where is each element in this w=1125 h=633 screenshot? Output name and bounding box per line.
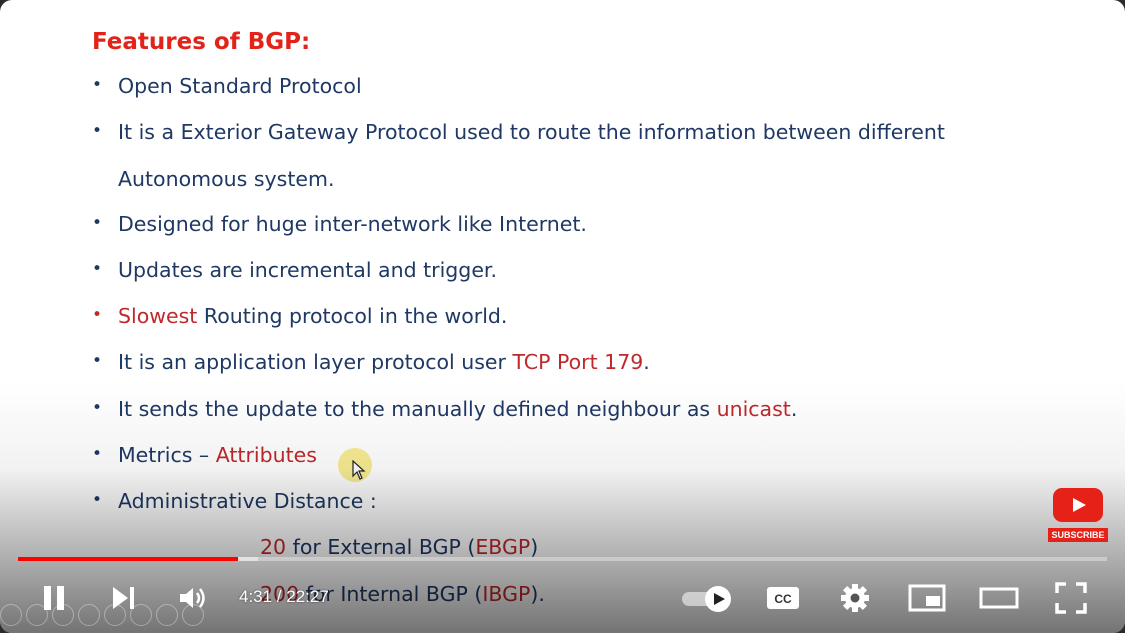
progress-bar[interactable]	[18, 557, 1107, 561]
next-icon	[113, 587, 134, 609]
slide-title: Features of BGP:	[92, 29, 311, 55]
svg-text:CC: CC	[774, 592, 792, 606]
subscribe-button[interactable]: SUBSCRIBE	[1048, 528, 1108, 542]
volume-icon	[180, 588, 205, 608]
pause-icon	[44, 586, 64, 610]
fullscreen-button[interactable]	[1052, 580, 1090, 616]
slide: Features of BGP: • Open Standard Protoco…	[92, 29, 945, 606]
mouse-cursor-icon	[352, 460, 366, 480]
sub-item-ebgp: 20 for External BGP (EBGP)	[260, 535, 539, 559]
pause-button[interactable]	[36, 581, 72, 615]
progress-played	[18, 557, 238, 561]
theater-icon	[979, 587, 1019, 609]
autoplay-toggle-icon	[682, 586, 731, 612]
miniplayer-icon	[908, 584, 946, 612]
faded-circle-icon	[78, 604, 100, 626]
highlight-text: Slowest	[118, 304, 198, 328]
faded-circle-icon	[0, 604, 22, 626]
highlight-text: TCP Port 179	[512, 350, 644, 374]
theater-mode-button[interactable]	[978, 581, 1020, 615]
fullscreen-icon	[1055, 582, 1087, 614]
video-player[interactable]: Features of BGP: • Open Standard Protoco…	[0, 0, 1125, 633]
autoplay-toggle[interactable]	[680, 584, 734, 614]
settings-button[interactable]	[836, 581, 874, 615]
youtube-logo-icon[interactable]	[1053, 488, 1103, 522]
captions-button[interactable]: CC	[764, 582, 802, 614]
volume-button[interactable]	[175, 581, 211, 615]
cc-icon: CC	[767, 587, 799, 609]
faded-overlay-icons	[0, 604, 204, 626]
settings-icon	[841, 584, 869, 612]
highlight-text: Attributes	[215, 443, 317, 467]
miniplayer-button[interactable]	[907, 581, 947, 615]
next-button[interactable]	[106, 581, 142, 615]
time-display: 4:31 / 22:27	[239, 587, 329, 606]
highlight-text: unicast	[716, 397, 791, 421]
